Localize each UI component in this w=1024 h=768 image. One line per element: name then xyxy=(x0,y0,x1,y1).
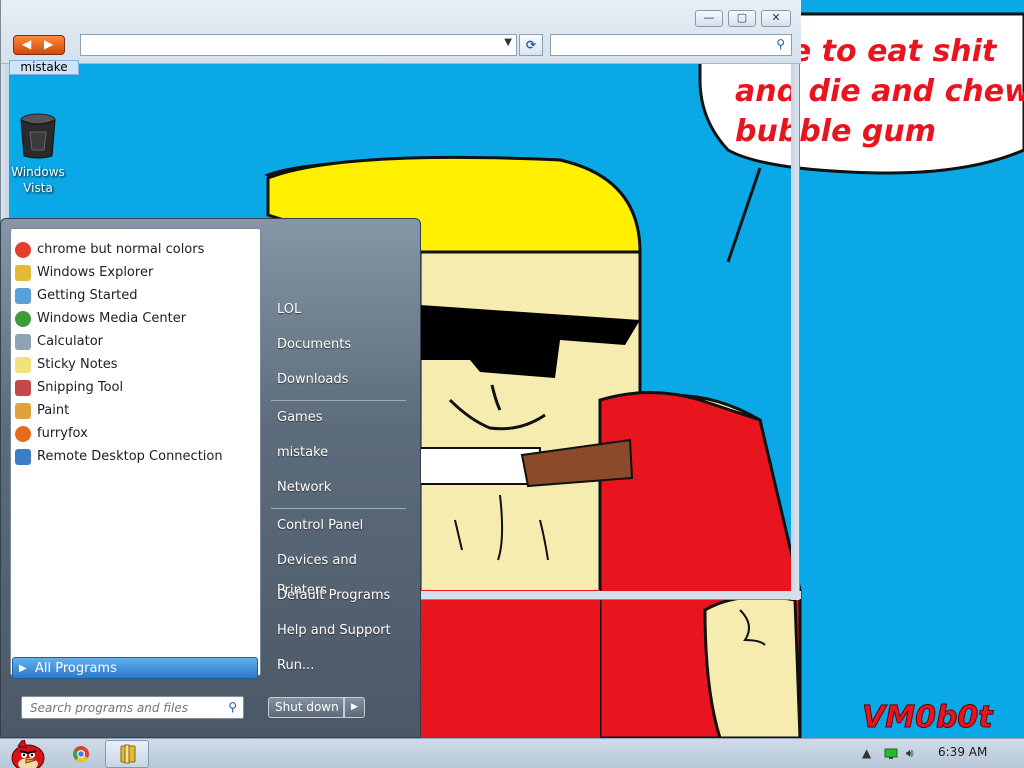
start-right-item-network[interactable]: Network xyxy=(269,473,409,503)
start-right-item-control-panel[interactable]: Control Panel xyxy=(269,511,409,541)
start-search-box[interactable]: ⚲ xyxy=(21,696,244,719)
refresh-button[interactable]: ⟳ xyxy=(519,34,543,56)
media-center-icon xyxy=(15,310,31,327)
start-search-input[interactable] xyxy=(30,698,220,718)
start-right-item-mistake[interactable]: mistake xyxy=(269,438,409,468)
pinned-program-item[interactable]: Windows Media Center xyxy=(15,308,258,329)
taskbar-chrome-button[interactable] xyxy=(66,740,96,768)
start-right-item-documents[interactable]: Documents xyxy=(269,330,409,360)
maximize-button[interactable]: ▢ xyxy=(728,10,756,27)
chrome-icon xyxy=(15,241,31,258)
paint-icon xyxy=(15,402,31,419)
refresh-icon: ⟳ xyxy=(525,38,537,52)
taskbar-explorer-button[interactable] xyxy=(105,740,149,768)
explorer-icon xyxy=(120,744,136,764)
pinned-program-item[interactable]: Windows Explorer xyxy=(15,262,258,283)
pinned-program-label: Snipping Tool xyxy=(37,380,124,395)
pinned-program-label: furryfox xyxy=(37,426,88,441)
explorer-right-border xyxy=(791,64,799,600)
pinned-program-item[interactable]: Paint xyxy=(15,400,258,421)
wallpaper-signature: VM0b0t xyxy=(862,700,994,736)
start-right-item-run[interactable]: Run... xyxy=(269,651,409,681)
pinned-program-item[interactable]: Calculator xyxy=(15,331,258,352)
triangle-right-icon: ▶ xyxy=(19,663,27,674)
taskbar-clock[interactable]: 6:39 AM xyxy=(938,745,987,759)
firefox-icon xyxy=(15,425,31,442)
sticky-notes-icon xyxy=(15,356,31,373)
explorer-search-box[interactable]: ⚲ xyxy=(550,34,792,56)
start-right-item-lol[interactable]: LOL xyxy=(269,295,409,325)
pinned-program-label: Getting Started xyxy=(37,288,138,303)
start-menu-programs-pane: chrome but normal colors Windows Explorer… xyxy=(10,228,261,676)
calculator-icon xyxy=(15,333,31,350)
pinned-program-item[interactable]: Remote Desktop Connection xyxy=(15,446,258,467)
search-icon: ⚲ xyxy=(228,700,237,714)
network-icon[interactable] xyxy=(884,746,898,763)
remote-desktop-icon xyxy=(15,448,31,465)
pinned-program-item[interactable]: furryfox xyxy=(15,423,258,444)
search-icon: ⚲ xyxy=(776,37,785,51)
right-pane-divider xyxy=(271,400,406,401)
pinned-program-label: Windows Explorer xyxy=(37,265,154,280)
pinned-program-label: chrome but normal colors xyxy=(37,242,205,257)
pinned-program-item[interactable]: Snipping Tool xyxy=(15,377,258,398)
shutdown-options-arrow-icon[interactable]: ▶ xyxy=(344,697,365,718)
pinned-program-item[interactable]: Getting Started xyxy=(15,285,258,306)
forward-arrow-icon[interactable]: ▶ xyxy=(44,37,53,51)
right-pane-divider xyxy=(271,508,406,509)
all-programs-label: All Programs xyxy=(35,661,117,676)
start-right-item-devices-and-printers[interactable]: Devices and Printers xyxy=(269,546,409,598)
pinned-program-item[interactable]: chrome but normal colors xyxy=(15,239,258,260)
minimize-button[interactable]: — xyxy=(695,10,723,27)
taskbar: ▲ 🔊︎ 6:39 AM xyxy=(0,736,1024,768)
angry-bird-start-icon xyxy=(11,736,45,768)
pinned-program-label: Sticky Notes xyxy=(37,357,118,372)
address-bar[interactable]: ▼ xyxy=(80,34,517,56)
pinned-program-label: Paint xyxy=(37,403,70,418)
shutdown-button[interactable]: Shut down xyxy=(268,697,344,718)
all-programs-button[interactable]: ▶ All Programs xyxy=(12,657,258,679)
start-right-item-downloads[interactable]: Downloads xyxy=(269,365,409,395)
start-button[interactable] xyxy=(6,736,48,768)
pinned-program-label: Calculator xyxy=(37,334,104,349)
scissors-icon xyxy=(15,379,31,396)
desktop-icon-label-mistake[interactable]: mistake xyxy=(9,60,79,75)
folder-icon xyxy=(15,264,31,281)
close-button[interactable]: ✕ xyxy=(761,10,791,27)
start-menu: chrome but normal colors Windows Explorer… xyxy=(0,218,421,738)
start-right-item-games[interactable]: Games xyxy=(269,403,409,433)
dropdown-arrow-icon[interactable]: ▼ xyxy=(504,37,512,48)
show-hidden-icons-arrow-icon[interactable]: ▲ xyxy=(862,746,871,760)
back-forward-buttons[interactable]: ◀ ▶ xyxy=(13,35,65,55)
start-right-item-help-and-support[interactable]: Help and Support xyxy=(269,616,409,646)
volume-icon[interactable]: 🔊︎ xyxy=(906,746,914,761)
start-right-item-default-programs[interactable]: Default Programs xyxy=(269,581,409,611)
back-arrow-icon[interactable]: ◀ xyxy=(22,37,31,51)
pinned-program-item[interactable]: Sticky Notes xyxy=(15,354,258,375)
getting-started-icon xyxy=(15,287,31,304)
pinned-program-label: Windows Media Center xyxy=(37,311,187,326)
pinned-program-label: Remote Desktop Connection xyxy=(37,449,223,464)
chrome-icon xyxy=(73,746,89,762)
